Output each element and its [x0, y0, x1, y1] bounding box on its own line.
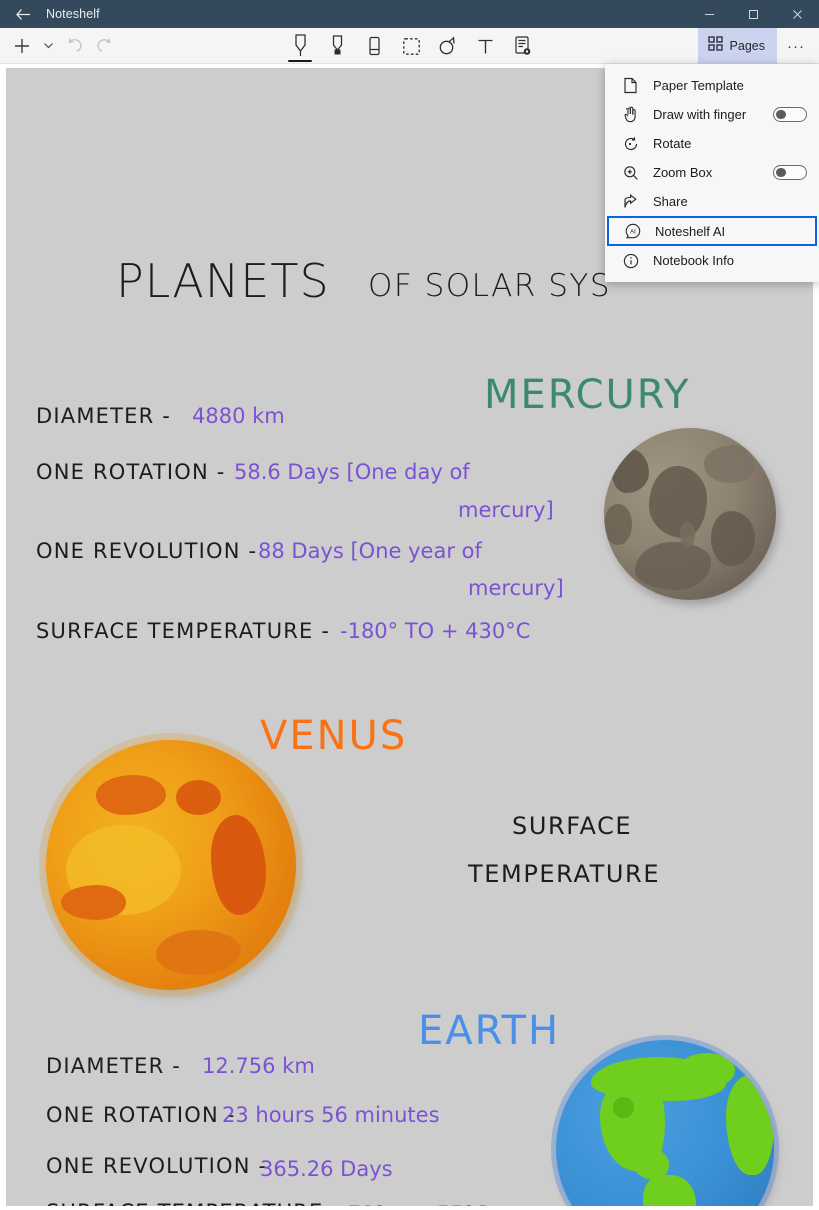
venus-region — [156, 930, 241, 975]
grid-icon — [707, 36, 723, 56]
pages-label: Pages — [729, 39, 765, 53]
hand-icon — [623, 106, 643, 123]
earth-rotation-label: ONE ROTATION - — [46, 1103, 236, 1127]
mercury-crater — [610, 448, 649, 494]
ai-icon: AI — [625, 223, 645, 239]
more-options-button[interactable]: ··· — [779, 28, 813, 64]
highlighter-tool[interactable] — [323, 28, 351, 64]
back-arrow-icon[interactable] — [0, 0, 46, 28]
planet-image-mercury — [604, 428, 776, 600]
zoom-box-toggle[interactable] — [773, 165, 807, 180]
mercury-rotation-value: 58.6 Days [One day of — [234, 460, 470, 484]
shape-tool[interactable] — [434, 28, 462, 64]
note-title-main: PLANETS — [116, 254, 330, 308]
venus-region — [211, 815, 266, 915]
earth-revolution-label: ONE REVOLUTION - — [46, 1154, 268, 1178]
venus-region — [96, 775, 166, 815]
page-icon — [623, 77, 643, 94]
lasso-select-tool[interactable] — [397, 28, 425, 64]
menu-item-paper-template[interactable]: Paper Template — [605, 71, 819, 100]
menu-label: Zoom Box — [653, 165, 713, 180]
earth-landmass — [678, 1053, 735, 1088]
mercury-revolution-value: 88 Days [One year of — [258, 539, 482, 563]
sticky-note-tool[interactable] — [508, 28, 536, 64]
mercury-temperature-label: SURFACE TEMPERATURE - — [36, 619, 331, 643]
menu-label: Noteshelf AI — [655, 223, 726, 239]
mercury-rotation-value-line2: mercury] — [458, 498, 554, 522]
rotate-icon — [623, 136, 643, 152]
planet-image-earth — [556, 1040, 774, 1206]
note-title-sub: OF SOLAR SYS — [368, 268, 612, 304]
title-bar: Noteshelf — [0, 0, 819, 28]
pages-button[interactable]: Pages — [697, 28, 777, 64]
menu-label: Paper Template — [653, 78, 744, 93]
mercury-temperature-value: -180° TO + 430°C — [340, 619, 531, 643]
venus-region — [176, 780, 221, 815]
mercury-crater — [634, 541, 711, 590]
venus-region — [61, 885, 126, 920]
draw-with-finger-toggle[interactable] — [773, 107, 807, 122]
info-icon — [623, 253, 643, 269]
earth-rotation-value: 23 hours 56 minutes — [222, 1103, 440, 1127]
menu-item-share[interactable]: Share — [605, 187, 819, 216]
minimize-button[interactable] — [687, 0, 731, 28]
earth-landmass — [726, 1074, 774, 1176]
mercury-revolution-label: ONE REVOLUTION - — [36, 539, 258, 563]
tool-palette — [286, 28, 536, 64]
mercury-rotation-label: ONE ROTATION - — [36, 460, 226, 484]
mercury-crater — [703, 445, 756, 484]
text-tool[interactable] — [471, 28, 499, 64]
maximize-button[interactable] — [731, 0, 775, 28]
earth-revolution-value: 365.26 Days — [260, 1157, 393, 1181]
options-dropdown-menu: Paper Template Draw with finger Rotate Z… — [605, 64, 819, 282]
close-button[interactable] — [775, 0, 819, 28]
mercury-crater — [648, 465, 708, 539]
menu-item-noteshelf-ai[interactable]: AI Noteshelf AI — [607, 216, 817, 246]
earth-diameter-label: DIAMETER - — [46, 1054, 182, 1078]
pen-tool[interactable] — [286, 28, 314, 64]
mercury-crater — [604, 503, 632, 545]
redo-button[interactable] — [90, 31, 118, 61]
share-icon — [623, 193, 643, 210]
menu-label: Draw with finger — [653, 107, 747, 122]
mercury-revolution-value-line2: mercury] — [468, 576, 564, 600]
menu-item-notebook-info[interactable]: Notebook Info — [605, 246, 819, 275]
earth-landmass — [643, 1175, 696, 1206]
mercury-diameter-label: DIAMETER - — [36, 404, 172, 428]
main-toolbar: Pages ··· — [0, 28, 819, 64]
mercury-crater — [710, 510, 756, 566]
earth-temperature-value: -70° to +55°C — [340, 1202, 489, 1206]
mercury-diameter-value: 4880 km — [192, 404, 285, 428]
eraser-tool[interactable] — [360, 28, 388, 64]
earth-temperature-label: SURFACE TEMPERATURE - — [46, 1200, 340, 1206]
planet-image-venus — [46, 740, 296, 990]
add-dropdown-chevron-down-icon[interactable] — [38, 31, 58, 61]
toolbar-right-group: Pages ··· — [697, 28, 813, 64]
menu-label: Rotate — [653, 136, 692, 151]
planet-heading-venus: VENUS — [260, 713, 408, 759]
add-button[interactable] — [8, 31, 36, 61]
zoom-in-icon — [623, 165, 643, 181]
menu-item-zoom-box[interactable]: Zoom Box — [605, 158, 819, 187]
menu-item-draw-with-finger[interactable]: Draw with finger — [605, 100, 819, 129]
noteshelf-app-window: Noteshelf Pages ··· PLANETS OF SOLAR SYS… — [0, 0, 819, 1210]
venus-surface-line1: SURFACE — [512, 812, 633, 840]
menu-label: Notebook Info — [653, 253, 734, 268]
app-title: Noteshelf — [46, 7, 100, 21]
menu-item-rotate[interactable]: Rotate — [605, 129, 819, 158]
planet-heading-mercury: MERCURY — [484, 372, 691, 418]
venus-surface-line2: TEMPERATURE — [468, 860, 661, 888]
undo-button[interactable] — [60, 31, 88, 61]
planet-heading-earth: EARTH — [418, 1008, 561, 1054]
svg-text:AI: AI — [630, 230, 636, 236]
earth-diameter-value: 12.756 km — [202, 1054, 315, 1078]
menu-label: Share — [653, 194, 688, 209]
toolbar-left-group — [0, 31, 118, 61]
